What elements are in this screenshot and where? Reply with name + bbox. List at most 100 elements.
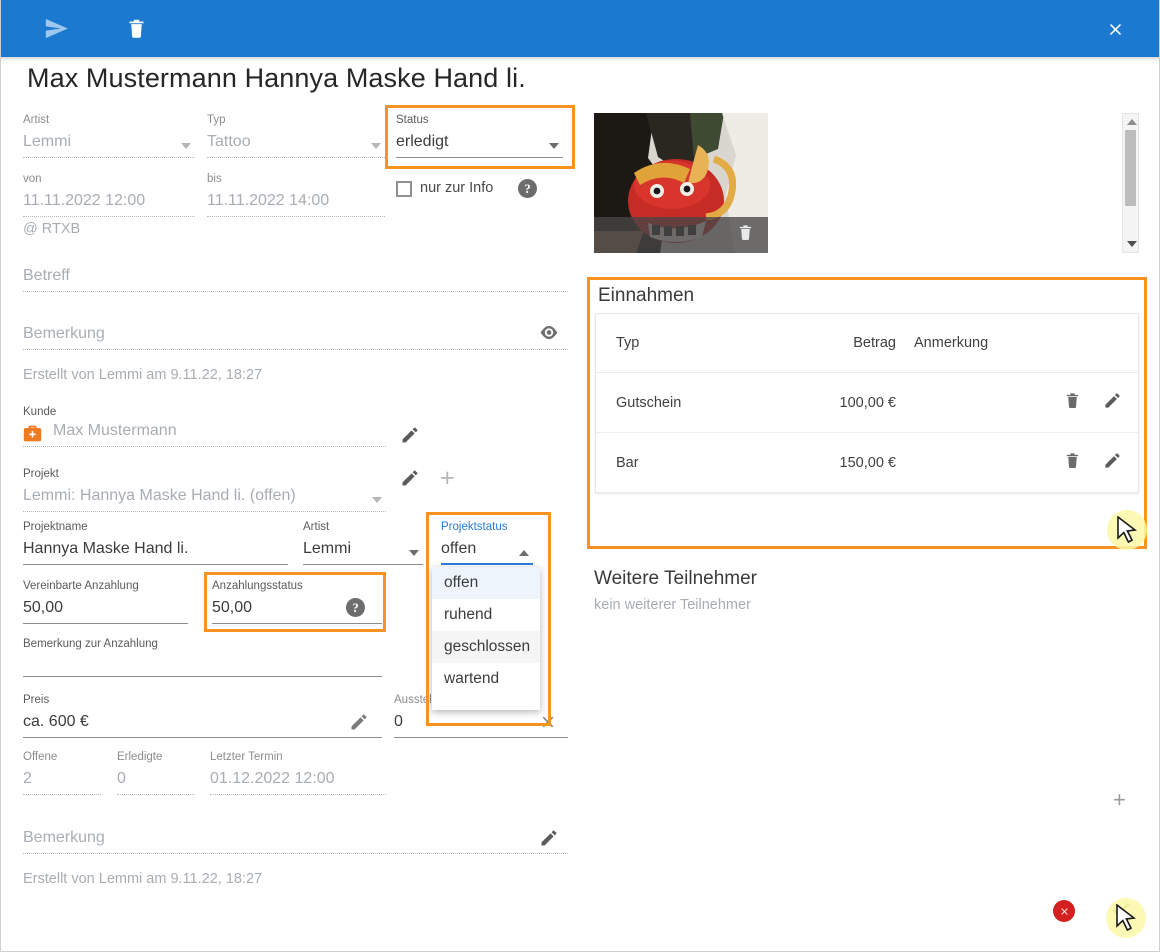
info-only-checkbox[interactable] xyxy=(396,181,412,197)
field-bemerkung-anzahlung[interactable]: Bemerkung zur Anzahlung xyxy=(23,637,382,677)
field-projekt[interactable]: Projekt Lemmi: Hannya Maske Hand li. (of… xyxy=(23,467,386,512)
field-letzter-termin[interactable]: Letzter Termin 01.12.2022 12:00 xyxy=(210,750,386,795)
add-projekt-button[interactable]: + xyxy=(440,466,455,491)
dropdown-option-ruhend[interactable]: ruhend xyxy=(432,599,540,631)
field-erledigte-label: Erledigte xyxy=(117,751,163,763)
delete-row-button[interactable] xyxy=(1064,391,1081,415)
column-header-typ: Typ xyxy=(616,335,640,351)
clear-ausstehend-button[interactable] xyxy=(539,713,557,736)
chevron-down-icon[interactable] xyxy=(372,497,382,503)
field-anzahlungsstatus-label: Anzahlungsstatus xyxy=(212,580,303,592)
field-offene[interactable]: Offene 2 xyxy=(23,750,101,795)
delete-row-button[interactable] xyxy=(1064,451,1081,475)
delete-attachment-button[interactable] xyxy=(737,223,754,247)
field-bis[interactable]: bis 11.11.2022 14:00 xyxy=(207,172,385,217)
info-only-label: nur zur Info xyxy=(420,180,494,196)
field-kunde[interactable]: Kunde Max Mustermann xyxy=(23,405,386,447)
field-letzter-termin-value: 01.12.2022 12:00 xyxy=(210,770,335,787)
field-typ-value: Tattoo xyxy=(207,133,251,150)
field-projektstatus-underline xyxy=(441,563,533,565)
scroll-up-icon[interactable] xyxy=(1127,119,1137,125)
chevron-down-icon[interactable] xyxy=(549,143,559,149)
field-artist[interactable]: Artist Lemmi xyxy=(23,113,195,158)
edit-bemerkung-project-button[interactable] xyxy=(539,828,559,853)
edit-preis-button[interactable] xyxy=(349,712,369,737)
field-projektname-value: Hannya Maske Hand li. xyxy=(23,540,189,557)
toolbar-shadow xyxy=(1,57,1159,61)
pencil-icon xyxy=(402,470,418,486)
table-row[interactable]: Gutschein 100,00 € xyxy=(596,373,1138,433)
eye-icon xyxy=(540,325,558,340)
edit-row-button[interactable] xyxy=(1103,391,1122,415)
edit-row-button[interactable] xyxy=(1103,451,1122,475)
confirm-button[interactable] xyxy=(1108,898,1134,924)
chevron-up-icon[interactable] xyxy=(519,550,529,556)
projektstatus-dropdown-menu[interactable]: offen ruhend geschlossen wartend xyxy=(432,567,540,710)
chevron-down-icon[interactable] xyxy=(409,550,419,556)
trash-icon xyxy=(739,225,752,240)
edit-kunde-button[interactable] xyxy=(400,425,420,450)
field-project-artist[interactable]: Artist Lemmi xyxy=(303,520,423,565)
field-status[interactable]: Status erledigt xyxy=(396,113,563,158)
close-icon xyxy=(1109,23,1121,35)
dropdown-option-wartend[interactable]: wartend xyxy=(432,663,540,695)
field-projektstatus[interactable]: Projektstatus offen xyxy=(441,520,533,565)
question-mark-icon: ? xyxy=(346,598,365,617)
field-vereinbarte-anzahlung-underline xyxy=(23,623,188,624)
room-label: @ RTXB xyxy=(23,221,81,237)
field-ausstehend-underline xyxy=(394,737,568,738)
field-preis-label: Preis xyxy=(23,694,50,706)
einnahmen-title: Einnahmen xyxy=(598,285,695,306)
field-preis[interactable]: Preis ca. 600 € xyxy=(23,693,382,738)
toggle-visibility-button[interactable] xyxy=(539,325,559,345)
field-projektstatus-label: Projektstatus xyxy=(441,521,508,533)
attachment-thumbnail[interactable] xyxy=(594,113,768,253)
dropdown-option-offen[interactable]: offen xyxy=(432,567,540,599)
add-einnahme-button[interactable]: + xyxy=(1113,789,1126,811)
delete-button[interactable] xyxy=(112,5,160,53)
field-bemerkung-anzahlung-value xyxy=(23,651,382,673)
field-von[interactable]: von 11.11.2022 12:00 xyxy=(23,172,195,217)
teilnehmer-empty-text: kein weiterer Teilnehmer xyxy=(594,597,751,613)
cancel-button[interactable] xyxy=(1053,900,1075,922)
field-letzter-termin-label: Letzter Termin xyxy=(210,751,283,763)
anzahlungsstatus-help-button[interactable]: ? xyxy=(346,598,365,617)
field-projekt-label: Projekt xyxy=(23,468,59,480)
field-bis-value: 11.11.2022 14:00 xyxy=(207,192,330,209)
field-betreff[interactable]: Betreff xyxy=(23,264,568,292)
dropdown-option-geschlossen[interactable]: geschlossen xyxy=(432,631,540,663)
field-erledigte[interactable]: Erledigte 0 xyxy=(117,750,195,795)
chevron-down-icon[interactable] xyxy=(181,143,191,149)
field-projektname[interactable]: Projektname Hannya Maske Hand li. xyxy=(23,520,288,565)
field-project-artist-label: Artist xyxy=(303,521,330,533)
field-vereinbarte-anzahlung-label: Vereinbarte Anzahlung xyxy=(23,580,139,592)
thumbnail-actions-overlay xyxy=(594,217,768,253)
info-only-help-button[interactable]: ? xyxy=(518,179,537,198)
field-preis-value: ca. 600 € xyxy=(23,713,89,730)
column-header-betrag: Betrag xyxy=(853,335,896,351)
field-typ-underline xyxy=(207,157,385,158)
field-bemerkung-project[interactable]: Bemerkung xyxy=(23,826,568,854)
field-bis-underline xyxy=(207,216,385,217)
field-kunde-label: Kunde xyxy=(23,406,57,418)
attachments-scrollbar[interactable] xyxy=(1122,113,1139,253)
send-button[interactable] xyxy=(32,5,80,53)
field-bemerkung-appointment[interactable]: Bemerkung xyxy=(23,322,568,350)
row-actions xyxy=(1064,451,1122,475)
edit-projekt-button[interactable] xyxy=(400,468,420,493)
field-preis-underline xyxy=(23,737,382,738)
field-offene-label: Offene xyxy=(23,751,58,763)
einnahmen-table: Typ Betrag Anmerkung Gutschein 100,00 € xyxy=(595,313,1139,493)
field-typ[interactable]: Typ Tattoo xyxy=(207,113,385,158)
field-bemerkung-placeholder: Bemerkung xyxy=(23,325,105,342)
field-offene-underline xyxy=(23,794,101,795)
field-betreff-underline xyxy=(23,291,568,292)
field-kunde-value: Max Mustermann xyxy=(53,422,177,439)
close-dialog-button[interactable] xyxy=(1091,5,1139,53)
scroll-down-icon[interactable] xyxy=(1127,241,1137,247)
close-small-icon xyxy=(542,716,554,728)
field-vereinbarte-anzahlung[interactable]: Vereinbarte Anzahlung 50,00 xyxy=(23,579,188,624)
scrollbar-thumb[interactable] xyxy=(1125,130,1136,206)
table-row[interactable]: Bar 150,00 € xyxy=(596,433,1138,493)
chevron-down-icon[interactable] xyxy=(371,143,381,149)
